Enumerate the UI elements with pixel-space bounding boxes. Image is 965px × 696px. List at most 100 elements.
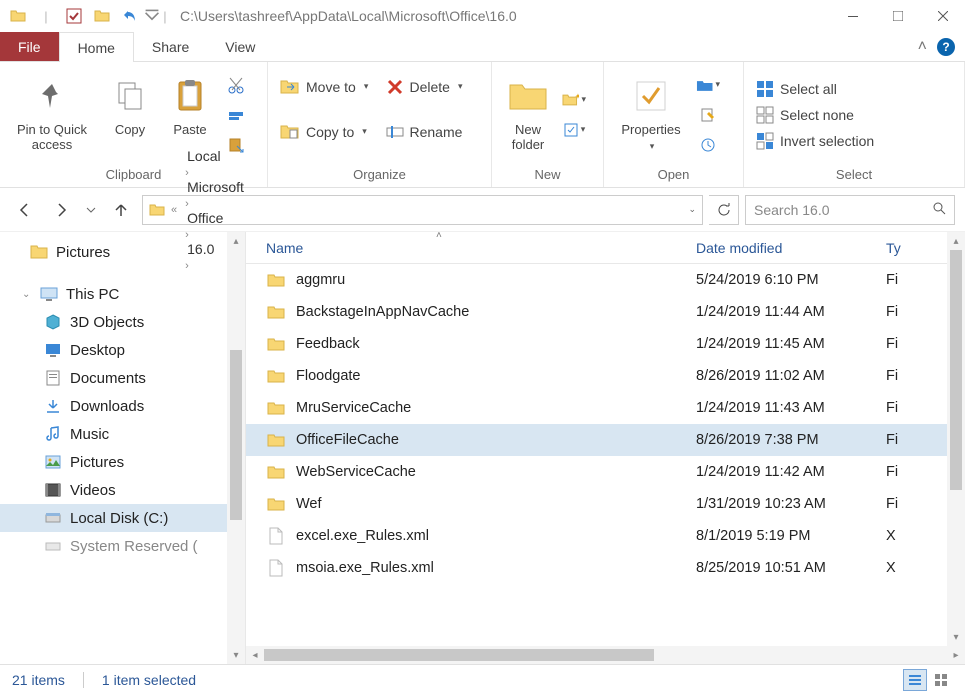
- sidebar-item-downloads[interactable]: Downloads: [0, 392, 245, 420]
- move-to-button[interactable]: Move to▾: [274, 64, 380, 109]
- collapse-ribbon-icon[interactable]: ˄: [918, 38, 927, 56]
- tab-share[interactable]: Share: [134, 32, 207, 61]
- address-history-icon[interactable]: ⌄: [688, 204, 696, 215]
- file-name: aggmru: [296, 272, 696, 288]
- refresh-button[interactable]: [709, 195, 739, 225]
- folder-location-icon[interactable]: [4, 2, 32, 30]
- new-folder-button[interactable]: New folder: [498, 70, 558, 160]
- tab-file[interactable]: File: [0, 32, 59, 61]
- tab-view[interactable]: View: [207, 32, 273, 61]
- column-date[interactable]: Date modified: [696, 240, 886, 256]
- tab-home[interactable]: Home: [59, 32, 134, 62]
- breadcrumb-segment[interactable]: Local: [183, 148, 248, 164]
- title-bar: | | C:\Users\tashreef\AppData\Local\Micr…: [0, 0, 965, 32]
- scroll-thumb[interactable]: [230, 350, 242, 520]
- edit-icon[interactable]: [696, 103, 720, 127]
- sidebar-item-desktop[interactable]: Desktop: [0, 336, 245, 364]
- navigation-pane[interactable]: Pictures ⌄ This PC 3D Objects Desktop Do…: [0, 232, 246, 664]
- scroll-right-icon[interactable]: ▸: [947, 650, 965, 661]
- file-row[interactable]: MruServiceCache1/24/2019 11:43 AMFi: [246, 392, 965, 424]
- scroll-down-icon[interactable]: ▾: [227, 646, 245, 664]
- title-bar-path: C:\Users\tashreef\AppData\Local\Microsof…: [180, 8, 517, 24]
- delete-button[interactable]: Delete▾: [380, 64, 486, 109]
- scroll-up-icon[interactable]: ▴: [227, 232, 245, 250]
- sidebar-item-this-pc[interactable]: ⌄ This PC: [0, 280, 245, 308]
- sidebar-item-documents[interactable]: Documents: [0, 364, 245, 392]
- select-none-button[interactable]: Select none: [750, 103, 880, 127]
- horizontal-scrollbar[interactable]: ◂ ▸: [246, 646, 965, 664]
- forward-button[interactable]: [46, 195, 76, 225]
- breadcrumb-segment[interactable]: Office: [183, 210, 248, 226]
- file-date: 8/26/2019 7:38 PM: [696, 432, 886, 448]
- cut-icon[interactable]: [224, 73, 248, 97]
- easy-access-icon[interactable]: ▾: [562, 118, 586, 142]
- recent-locations-button[interactable]: [82, 195, 100, 225]
- scroll-down-icon[interactable]: ▾: [947, 628, 965, 646]
- new-item-icon[interactable]: ✦▾: [562, 88, 586, 112]
- pin-to-quick-access-button[interactable]: Pin to Quick access: [6, 70, 98, 160]
- file-type: Fi: [886, 400, 906, 416]
- scroll-thumb[interactable]: [264, 649, 654, 661]
- maximize-button[interactable]: [875, 0, 920, 32]
- paste-button[interactable]: Paste: [162, 70, 218, 160]
- back-button[interactable]: [10, 195, 40, 225]
- column-type[interactable]: Ty: [886, 240, 906, 256]
- file-row[interactable]: excel.exe_Rules.xml8/1/2019 5:19 PMX: [246, 520, 965, 552]
- copy-button[interactable]: Copy: [102, 70, 158, 160]
- minimize-button[interactable]: [830, 0, 875, 32]
- ribbon-group-select: Select all Select none Invert selection …: [744, 62, 965, 187]
- file-date: 1/24/2019 11:43 AM: [696, 400, 886, 416]
- column-name[interactable]: Name: [266, 240, 696, 256]
- column-headers[interactable]: ˄ Name Date modified Ty: [246, 232, 965, 264]
- history-icon[interactable]: [696, 133, 720, 157]
- file-row[interactable]: Wef1/31/2019 10:23 AMFi: [246, 488, 965, 520]
- file-row[interactable]: Feedback1/24/2019 11:45 AMFi: [246, 328, 965, 360]
- sidebar-item-pictures[interactable]: Pictures: [0, 238, 245, 266]
- search-input[interactable]: Search 16.0: [745, 195, 955, 225]
- properties-button[interactable]: Properties ▾: [610, 70, 692, 160]
- sidebar-item-system-reserved[interactable]: System Reserved (: [0, 532, 245, 560]
- invert-selection-button[interactable]: Invert selection: [750, 129, 880, 153]
- sidebar-item-local-disk[interactable]: Local Disk (C:): [0, 504, 245, 532]
- sidebar-item-3d-objects[interactable]: 3D Objects: [0, 308, 245, 336]
- file-row[interactable]: aggmru5/24/2019 6:10 PMFi: [246, 264, 965, 296]
- select-all-button[interactable]: Select all: [750, 77, 880, 101]
- up-button[interactable]: [106, 195, 136, 225]
- folder-icon: [266, 366, 286, 386]
- new-folder-qat-icon[interactable]: [88, 2, 116, 30]
- sidebar-item-videos[interactable]: Videos: [0, 476, 245, 504]
- details-view-button[interactable]: [903, 669, 927, 691]
- sidebar-item-music[interactable]: Music: [0, 420, 245, 448]
- file-row[interactable]: BackstageInAppNavCache1/24/2019 11:44 AM…: [246, 296, 965, 328]
- sidebar-scrollbar[interactable]: ▴ ▾: [227, 232, 245, 664]
- scroll-thumb[interactable]: [950, 250, 962, 490]
- folder-icon: [266, 302, 286, 322]
- help-icon[interactable]: ?: [937, 38, 955, 56]
- undo-qat-icon[interactable]: [116, 2, 144, 30]
- address-bar[interactable]: « Local›Microsoft›Office›16.0› ⌄: [142, 195, 703, 225]
- file-row[interactable]: msoia.exe_Rules.xml8/25/2019 10:51 AMX: [246, 552, 965, 584]
- scroll-left-icon[interactable]: ◂: [246, 650, 264, 661]
- music-icon: [44, 425, 62, 443]
- copy-path-icon[interactable]: [224, 103, 248, 127]
- large-icons-view-button[interactable]: [929, 669, 953, 691]
- rename-button[interactable]: Rename: [380, 109, 486, 154]
- open-icon[interactable]: ▾: [696, 73, 720, 97]
- breadcrumb-segment[interactable]: Microsoft: [183, 179, 248, 195]
- copy-to-button[interactable]: Copy to▾: [274, 109, 380, 154]
- sidebar-item-pictures2[interactable]: Pictures: [0, 448, 245, 476]
- scroll-up-icon[interactable]: ▴: [947, 232, 965, 250]
- vertical-scrollbar[interactable]: ▴ ▾: [947, 232, 965, 646]
- chevron-right-icon[interactable]: ›: [183, 198, 191, 210]
- chevron-right-icon[interactable]: ›: [183, 167, 191, 179]
- qat-customize-icon[interactable]: [144, 2, 160, 30]
- chevron-down-icon[interactable]: ⌄: [22, 289, 32, 300]
- folder-icon: [266, 334, 286, 354]
- close-button[interactable]: [920, 0, 965, 32]
- file-row[interactable]: WebServiceCache1/24/2019 11:42 AMFi: [246, 456, 965, 488]
- file-row[interactable]: Floodgate8/26/2019 11:02 AMFi: [246, 360, 965, 392]
- properties-qat-icon[interactable]: [60, 2, 88, 30]
- breadcrumb-overflow-icon[interactable]: «: [169, 204, 179, 216]
- file-row[interactable]: OfficeFileCache8/26/2019 7:38 PMFi: [246, 424, 965, 456]
- file-name: Feedback: [296, 336, 696, 352]
